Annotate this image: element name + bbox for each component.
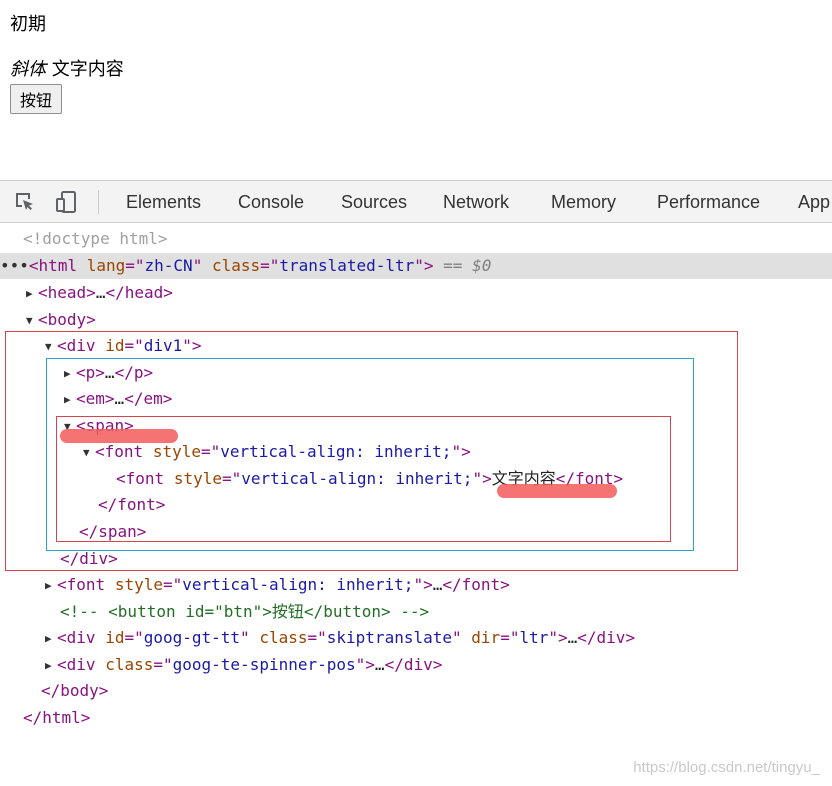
inspect-icon[interactable]	[13, 190, 37, 214]
tree-font-outer-close[interactable]: </font>	[98, 492, 165, 518]
tab-application[interactable]: App	[798, 181, 830, 222]
collapse-arrow-icon[interactable]: ▼	[64, 414, 76, 440]
tree-span-close[interactable]: </span>	[79, 519, 146, 545]
tree-font-outer-node[interactable]: ▼ <font style="vertical-align: inherit;">	[83, 439, 471, 465]
preview-button[interactable]: 按钮	[10, 84, 63, 114]
tab-sources[interactable]: Sources	[341, 181, 407, 222]
expand-arrow-icon[interactable]: ▶	[64, 387, 76, 413]
collapse-arrow-icon[interactable]: ▼	[26, 308, 38, 334]
page-preview: 初期 斜体 文字内容 按钮	[0, 0, 832, 180]
watermark: https://blog.csdn.net/tingyu_	[633, 759, 820, 776]
expand-arrow-icon[interactable]: ▶	[26, 281, 38, 307]
preview-italic-text: 斜体	[10, 59, 46, 80]
tree-em-node[interactable]: ▶ <em>…</em>	[64, 386, 172, 412]
tree-html-node[interactable]: •••<html lang="zh-CN" class="translated-…	[0, 253, 832, 279]
tree-head-node[interactable]: ▶ <head>…</head>	[26, 280, 173, 306]
toolbar-separator	[98, 190, 99, 214]
expand-arrow-icon[interactable]: ▶	[64, 361, 76, 387]
tab-console[interactable]: Console	[238, 181, 304, 222]
tree-body-close[interactable]: </body>	[41, 678, 108, 704]
tree-comment-node[interactable]: <!-- <button id="btn">按钮</button> -->	[60, 599, 429, 625]
expand-arrow-icon[interactable]: ▶	[45, 573, 57, 599]
device-toolbar-icon[interactable]	[55, 190, 79, 214]
tree-doctype[interactable]: <!doctype html>	[23, 226, 168, 252]
tree-div1-close[interactable]: </div>	[60, 546, 118, 572]
tree-p-node[interactable]: ▶ <p>…</p>	[64, 360, 153, 386]
tree-body-node[interactable]: ▼ <body>	[26, 307, 96, 333]
tree-text-node[interactable]: 文字内容	[492, 469, 556, 488]
more-actions-icon[interactable]: •••	[0, 256, 29, 275]
tree-div1-node[interactable]: ▼ <div id="div1">	[45, 333, 202, 359]
collapse-arrow-icon[interactable]: ▼	[83, 440, 95, 466]
tree-font-sibling-node[interactable]: ▶ <font style="vertical-align: inherit;">…	[45, 572, 510, 598]
tree-span-node[interactable]: ▼ <span>	[64, 413, 134, 439]
tab-memory[interactable]: Memory	[551, 181, 616, 222]
tab-performance[interactable]: Performance	[657, 181, 760, 222]
expand-arrow-icon[interactable]: ▶	[45, 626, 57, 652]
collapse-arrow-icon[interactable]: ▼	[45, 334, 57, 360]
tree-html-close[interactable]: </html>	[23, 705, 90, 731]
expand-arrow-icon[interactable]: ▶	[45, 653, 57, 679]
preview-paragraph: 初期	[10, 14, 46, 35]
tree-goog-gt-tt-node[interactable]: ▶ <div id="goog-gt-tt" class="skiptransla…	[45, 625, 635, 651]
preview-inline-line: 斜体 文字内容	[10, 58, 124, 82]
tab-elements[interactable]: Elements	[126, 181, 201, 222]
devtools-toolbar: Elements Console Sources Network Memory …	[0, 180, 832, 223]
tab-network[interactable]: Network	[443, 181, 509, 222]
preview-span-text: 文字内容	[46, 59, 124, 80]
tree-goog-spinner-node[interactable]: ▶ <div class="goog-te-spinner-pos">…</div…	[45, 652, 442, 678]
tree-font-inner-node[interactable]: <font style="vertical-align: inherit;">文…	[116, 466, 623, 492]
